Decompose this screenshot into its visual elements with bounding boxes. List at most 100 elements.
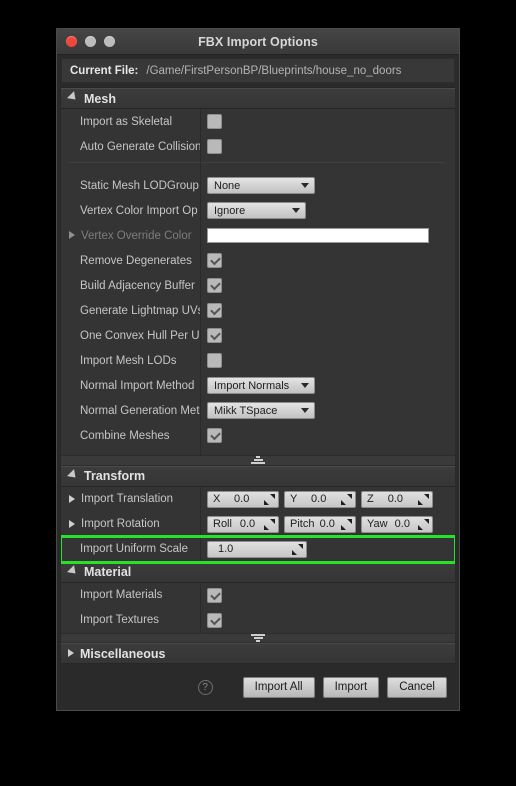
row-one-convex-hull-per-ucx[interactable]: One Convex Hull Per UC: [61, 323, 455, 348]
dialog-footer: ? Import All Import Cancel: [57, 664, 459, 710]
label-remove-degenerates: Remove Degenerates: [80, 254, 192, 267]
label-build-adjacency-buffer: Build Adjacency Buffer: [80, 279, 195, 292]
row-import-translation[interactable]: Import Translation X 0.0 Y 0.0 Z 0.0: [61, 487, 455, 512]
dropdown-normal-generation-method[interactable]: Mikk TSpace: [207, 402, 315, 419]
current-file-bar: Current File: /Game/FirstPersonBP/Bluepr…: [61, 58, 455, 83]
checkbox-import-as-skeletal[interactable]: [207, 114, 222, 129]
section-header-miscellaneous[interactable]: Miscellaneous: [61, 643, 455, 664]
chevron-right-icon: [69, 494, 75, 503]
checkbox-combine-meshes[interactable]: [207, 428, 222, 443]
collapse-up-icon: [251, 456, 265, 465]
row-import-uniform-scale[interactable]: Import Uniform Scale 1.0: [61, 534, 455, 564]
minimize-button[interactable]: [85, 36, 96, 47]
window-title-bar[interactable]: FBX Import Options: [57, 29, 459, 55]
label-text-vertex-override-color: Vertex Override Color: [81, 229, 192, 242]
zoom-button[interactable]: [104, 36, 115, 47]
chevron-down-icon: [66, 91, 80, 104]
transform-rows: Import Translation X 0.0 Y 0.0 Z 0.0 Imp…: [61, 486, 455, 564]
checkbox-import-mesh-lods[interactable]: [207, 353, 222, 368]
import-all-button[interactable]: Import All: [242, 676, 315, 698]
spinner-icon[interactable]: [292, 543, 303, 555]
row-import-as-skeletal[interactable]: Import as Skeletal: [61, 109, 455, 134]
spinner-icon[interactable]: [340, 493, 352, 505]
close-button[interactable]: [66, 36, 77, 47]
label-text-import-translation: Import Translation: [81, 493, 174, 505]
section-header-material[interactable]: Material: [61, 561, 455, 583]
input-import-uniform-scale[interactable]: 1.0: [207, 540, 307, 558]
section-header-transform[interactable]: Transform: [61, 465, 455, 487]
row-static-mesh-lodgroup[interactable]: Static Mesh LODGroup None: [61, 173, 455, 198]
checkbox-one-convex-hull-per-ucx[interactable]: [207, 328, 222, 343]
spinner-icon[interactable]: [417, 518, 429, 530]
label-normal-import-method: Normal Import Method: [80, 379, 195, 392]
collapse-down-icon: [251, 633, 265, 642]
import-button[interactable]: Import: [322, 676, 380, 698]
screen: FBX Import Options Current File: /Game/F…: [0, 0, 516, 786]
spinner-icon[interactable]: [340, 518, 352, 530]
dropdown-static-mesh-lodgroup[interactable]: None: [207, 177, 315, 194]
input-rotation-yaw[interactable]: Yaw 0.0: [361, 515, 433, 533]
label-static-mesh-lodgroup: Static Mesh LODGroup: [80, 179, 199, 192]
checkbox-remove-degenerates[interactable]: [207, 253, 222, 268]
row-combine-meshes[interactable]: Combine Meshes: [61, 423, 455, 448]
material-rows: Import Materials Import Textures: [61, 582, 455, 633]
label-normal-generation-method: Normal Generation Met: [80, 404, 200, 417]
checkbox-import-textures[interactable]: [207, 612, 222, 628]
chevron-right-icon: [69, 231, 75, 240]
label-import-materials: Import Materials: [80, 589, 163, 601]
label-combine-meshes: Combine Meshes: [80, 429, 170, 442]
mesh-rows: Import as Skeletal Auto Generate Collisi…: [61, 109, 455, 455]
dropdown-vertex-color-import-option[interactable]: Ignore: [207, 202, 306, 219]
input-rotation-roll[interactable]: Roll 0.0: [207, 515, 279, 533]
spinner-icon[interactable]: [263, 493, 275, 505]
axis-label-z: Z: [367, 493, 374, 505]
row-import-rotation[interactable]: Import Rotation Roll 0.0 Pitch 0.0 Yaw 0…: [61, 512, 455, 537]
splitter-handle-down[interactable]: [61, 632, 455, 643]
window-controls: [66, 36, 115, 47]
label-generate-lightmap-uvs: Generate Lightmap UVs: [80, 304, 200, 317]
row-vertex-override-color[interactable]: Vertex Override Color: [61, 223, 455, 248]
chevron-down-icon: [66, 564, 80, 577]
value-rotation-pitch: 0.0: [319, 518, 335, 530]
row-import-materials[interactable]: Import Materials: [61, 583, 455, 608]
checkbox-import-materials[interactable]: [207, 587, 222, 603]
row-generate-lightmap-uvs[interactable]: Generate Lightmap UVs: [61, 298, 455, 323]
row-remove-degenerates[interactable]: Remove Degenerates: [61, 248, 455, 273]
row-auto-generate-collision[interactable]: Auto Generate Collision: [61, 134, 455, 159]
row-normal-import-method[interactable]: Normal Import Method Import Normals: [61, 373, 455, 398]
axis-label-y: Y: [290, 493, 298, 505]
section-title-material: Material: [84, 565, 132, 579]
label-vertex-override-color: Vertex Override Color: [61, 230, 200, 242]
input-translation-y[interactable]: Y 0.0: [284, 490, 356, 508]
label-import-rotation: Import Rotation: [61, 518, 200, 530]
row-normal-generation-method[interactable]: Normal Generation Met Mikk TSpace: [61, 398, 455, 423]
checkbox-build-adjacency-buffer[interactable]: [207, 278, 222, 293]
dropdown-value-normal-import-method: Import Normals: [214, 379, 290, 392]
row-import-textures[interactable]: Import Textures: [61, 608, 455, 633]
section-header-mesh[interactable]: Mesh: [61, 88, 455, 109]
label-import-uniform-scale: Import Uniform Scale: [80, 543, 189, 555]
axis-label-x: X: [213, 493, 221, 505]
input-translation-z[interactable]: Z 0.0: [361, 490, 433, 508]
label-import-translation: Import Translation: [61, 493, 200, 505]
row-build-adjacency-buffer[interactable]: Build Adjacency Buffer: [61, 273, 455, 298]
value-rotation-yaw: 0.0: [394, 518, 410, 530]
color-swatch-vertex-override-color[interactable]: [207, 228, 429, 243]
splitter-handle-up[interactable]: [61, 455, 455, 466]
input-translation-x[interactable]: X 0.0: [207, 490, 279, 508]
spinner-icon[interactable]: [418, 493, 429, 505]
row-vertex-color-import-option[interactable]: Vertex Color Import Op Ignore: [61, 198, 455, 223]
spinner-icon[interactable]: [264, 518, 275, 530]
row-import-mesh-lods[interactable]: Import Mesh LODs: [61, 348, 455, 373]
cancel-button[interactable]: Cancel: [387, 676, 447, 698]
help-icon[interactable]: ?: [197, 679, 213, 695]
checkbox-auto-generate-collision[interactable]: [207, 139, 222, 154]
input-rotation-pitch[interactable]: Pitch 0.0: [284, 515, 356, 533]
chevron-right-icon: [69, 519, 75, 528]
dropdown-normal-import-method[interactable]: Import Normals: [207, 377, 315, 394]
checkbox-generate-lightmap-uvs[interactable]: [207, 303, 222, 318]
chevron-down-icon: [301, 383, 309, 388]
value-rotation-roll: 0.0: [239, 518, 256, 530]
